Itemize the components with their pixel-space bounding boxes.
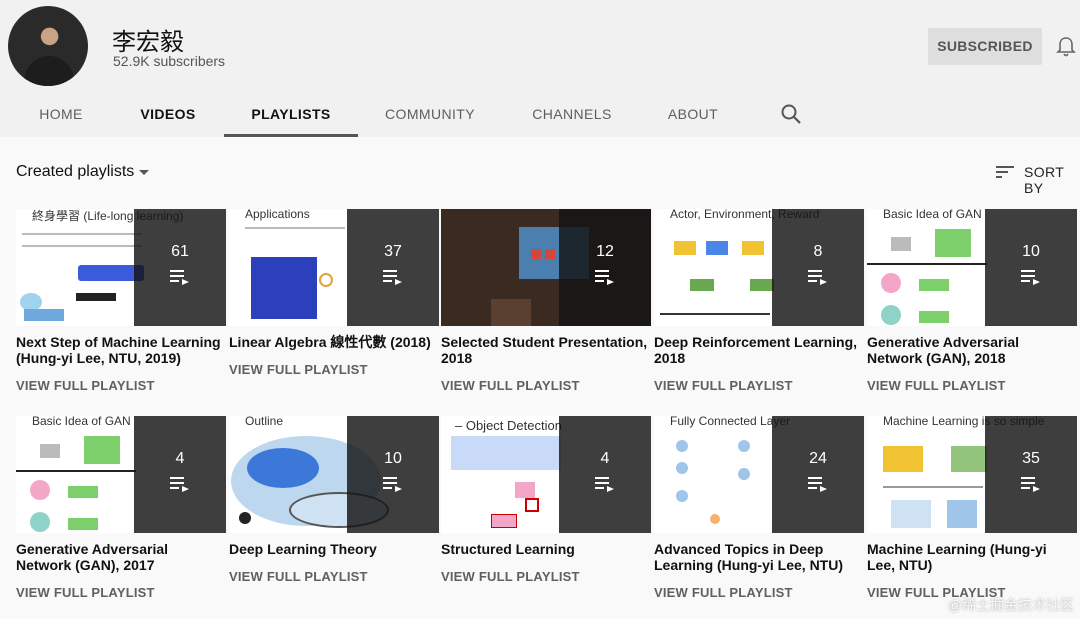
watermark: @稀土掘金技术社区 — [947, 597, 1074, 613]
video-count: 4 — [600, 450, 610, 467]
tab-videos[interactable]: VIDEOS — [134, 95, 202, 137]
playlist-thumbnail[interactable]: Basic Idea of GAN 10 — [867, 209, 1077, 326]
playlist-thumbnail[interactable]: Basic Idea of GAN 4 — [16, 416, 226, 533]
caret-down-icon[interactable] — [139, 170, 149, 175]
channel-header: 李宏毅 52.9K subscribers SUBSCRIBED HOME VI… — [0, 0, 1080, 137]
playlist-thumbnail[interactable]: Fully Connected Layer 24 — [654, 416, 864, 533]
playlist-title[interactable]: Generative Adversarial Network (GAN), 20… — [16, 541, 226, 573]
playlist-title[interactable]: Machine Learning (Hung-yi Lee, NTU) — [867, 541, 1077, 573]
playlist-thumbnail[interactable]: Outline 10 — [229, 416, 439, 533]
playlist-overlay: 10 — [985, 209, 1077, 326]
view-full-playlist-link[interactable]: VIEW FULL PLAYLIST — [229, 569, 368, 584]
playlist-icon — [595, 270, 614, 285]
playlist-overlay: 24 — [772, 416, 864, 533]
bell-icon[interactable] — [1056, 36, 1076, 58]
video-count: 10 — [1022, 243, 1040, 260]
tab-community[interactable]: COMMUNITY — [380, 95, 480, 137]
playlist-overlay: 8 — [772, 209, 864, 326]
view-full-playlist-link[interactable]: VIEW FULL PLAYLIST — [654, 378, 793, 393]
video-count: 24 — [809, 450, 827, 467]
video-count: 12 — [596, 243, 614, 260]
view-full-playlist-link[interactable]: VIEW FULL PLAYLIST — [867, 378, 1006, 393]
playlist-thumbnail[interactable]: Actor, Environment, Reward 8 — [654, 209, 864, 326]
thumbnail-text: Outline — [245, 416, 284, 428]
playlist-icon — [808, 477, 827, 492]
playlist-icon — [170, 270, 189, 285]
channel-name: 李宏毅 — [112, 29, 184, 56]
playlist-icon — [1021, 477, 1040, 492]
playlist-overlay: 61 — [134, 209, 226, 326]
video-count: 37 — [384, 243, 402, 260]
channel-avatar[interactable] — [8, 6, 88, 86]
playlist-icon — [170, 477, 189, 492]
playlist-overlay: 10 — [347, 416, 439, 533]
playlist-title[interactable]: Structured Learning — [441, 541, 651, 557]
view-full-playlist-link[interactable]: VIEW FULL PLAYLIST — [229, 362, 368, 377]
view-full-playlist-link[interactable]: VIEW FULL PLAYLIST — [16, 378, 155, 393]
playlist-icon — [383, 270, 402, 285]
sort-by-button[interactable]: SORT BY — [1024, 164, 1080, 196]
playlist-icon — [383, 477, 402, 492]
playlist-title[interactable]: Deep Reinforcement Learning, 2018 — [654, 334, 864, 366]
playlist-overlay: 12 — [559, 209, 651, 326]
video-count: 4 — [175, 450, 185, 467]
playlist-icon — [595, 477, 614, 492]
playlist-icon — [1021, 270, 1040, 285]
playlist-overlay: 37 — [347, 209, 439, 326]
view-full-playlist-link[interactable]: VIEW FULL PLAYLIST — [654, 585, 793, 600]
playlist-title[interactable]: Generative Adversarial Network (GAN), 20… — [867, 334, 1077, 366]
thumbnail-text: Basic Idea of GAN — [32, 416, 131, 428]
search-icon[interactable] — [780, 103, 802, 125]
video-count: 35 — [1022, 450, 1040, 467]
playlist-icon — [808, 270, 827, 285]
playlist-thumbnail[interactable]: 終身學習 (Life-long learning) 61 — [16, 209, 226, 326]
tab-playlists[interactable]: PLAYLISTS — [224, 95, 358, 137]
playlist-title[interactable]: Linear Algebra 線性代數 (2018) — [229, 334, 439, 350]
playlist-thumbnail[interactable]: 12 — [441, 209, 651, 326]
playlist-overlay: 4 — [134, 416, 226, 533]
section-title[interactable]: Created playlists — [16, 163, 134, 181]
channel-tabs: HOME VIDEOS PLAYLISTS COMMUNITY CHANNELS… — [0, 95, 820, 137]
playlist-thumbnail[interactable]: Machine Learning is so simple 35 — [867, 416, 1077, 533]
tab-channels[interactable]: CHANNELS — [526, 95, 618, 137]
thumbnail-text: – Object Detection — [455, 418, 562, 433]
tab-home[interactable]: HOME — [28, 95, 94, 137]
playlist-thumbnail[interactable]: – Object Detection 4 — [441, 416, 651, 533]
view-full-playlist-link[interactable]: VIEW FULL PLAYLIST — [441, 569, 580, 584]
view-full-playlist-link[interactable]: VIEW FULL PLAYLIST — [16, 585, 155, 600]
video-count: 10 — [384, 450, 402, 467]
thumbnail-text: Basic Idea of GAN — [883, 209, 982, 221]
playlist-overlay: 35 — [985, 416, 1077, 533]
tab-about[interactable]: ABOUT — [660, 95, 726, 137]
subscribed-button[interactable]: SUBSCRIBED — [928, 28, 1042, 65]
playlist-overlay: 4 — [559, 416, 651, 533]
video-count: 8 — [813, 243, 823, 260]
playlist-title[interactable]: Deep Learning Theory — [229, 541, 439, 557]
thumbnail-text: Applications — [245, 209, 310, 221]
playlist-title[interactable]: Advanced Topics in Deep Learning (Hung-y… — [654, 541, 864, 573]
subscriber-count: 52.9K subscribers — [113, 53, 226, 69]
playlist-title[interactable]: Next Step of Machine Learning (Hung-yi L… — [16, 334, 226, 366]
playlist-title[interactable]: Selected Student Presentation, 2018 — [441, 334, 651, 366]
video-count: 61 — [171, 243, 189, 260]
playlist-thumbnail[interactable]: Applications 37 — [229, 209, 439, 326]
view-full-playlist-link[interactable]: VIEW FULL PLAYLIST — [441, 378, 580, 393]
sort-icon[interactable] — [996, 165, 1014, 179]
